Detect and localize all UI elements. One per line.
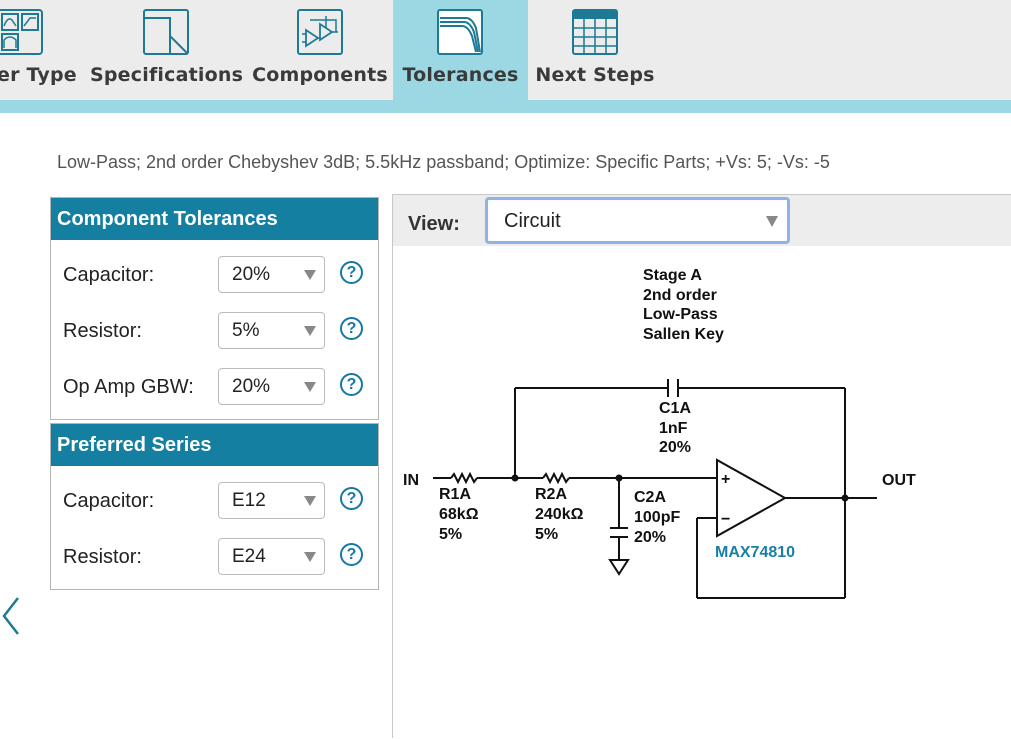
resistor-tolerance-select[interactable]: 5% bbox=[218, 312, 325, 349]
tab-tolerances[interactable]: Tolerances bbox=[393, 0, 528, 100]
panel-title: Component Tolerances bbox=[51, 198, 378, 240]
opamp-gbw-tolerance-select[interactable]: 20% bbox=[218, 368, 325, 405]
help-icon[interactable]: ? bbox=[340, 487, 363, 510]
tab-label: er Type bbox=[0, 64, 77, 86]
select-value: 5% bbox=[232, 320, 260, 341]
tab-specifications[interactable]: Specifications bbox=[90, 0, 244, 100]
circuit-view-pane: View: Circuit Stage A 2nd order Low-Pass… bbox=[392, 194, 1011, 738]
resistor-r2-symbol bbox=[542, 471, 570, 485]
chevron-down-icon bbox=[304, 496, 316, 506]
chevron-down-icon bbox=[304, 382, 316, 392]
stage-line: Sallen Key bbox=[643, 326, 724, 343]
input-label: IN bbox=[403, 472, 419, 489]
output-label: OUT bbox=[882, 472, 916, 489]
capacitor-c1-symbol bbox=[667, 379, 679, 397]
c1-label: C1A 1nF 20% bbox=[659, 400, 691, 456]
next-steps-icon bbox=[572, 9, 618, 55]
panel-title: Preferred Series bbox=[51, 424, 378, 466]
tab-label: Components bbox=[252, 64, 388, 86]
row-label: Capacitor: bbox=[63, 490, 155, 512]
help-icon[interactable]: ? bbox=[340, 261, 363, 284]
filter-summary: Low-Pass; 2nd order Chebyshev 3dB; 5.5kH… bbox=[57, 152, 830, 172]
select-value: E24 bbox=[232, 546, 266, 567]
tab-label: Specifications bbox=[90, 64, 244, 86]
capacitor-tolerance-select[interactable]: 20% bbox=[218, 256, 325, 293]
tab-bar-underline bbox=[0, 100, 1011, 113]
help-icon[interactable]: ? bbox=[340, 317, 363, 340]
resistor-r1-symbol bbox=[450, 471, 478, 485]
capacitor-series-select[interactable]: E12 bbox=[218, 482, 325, 519]
component-value: 100pF bbox=[634, 509, 680, 526]
tab-label: Next Steps bbox=[535, 64, 655, 86]
series-row-capacitor: Capacitor: E12 ? bbox=[51, 470, 378, 526]
component-name: C2A bbox=[634, 489, 666, 506]
tab-label: Tolerances bbox=[402, 64, 519, 86]
opamp-plus-label: + bbox=[721, 471, 730, 488]
filter-type-icon bbox=[0, 9, 43, 55]
select-value: E12 bbox=[232, 490, 266, 511]
specifications-icon bbox=[143, 9, 189, 55]
resistor-series-select[interactable]: E24 bbox=[218, 538, 325, 575]
row-label: Resistor: bbox=[63, 320, 142, 342]
tab-filter-type[interactable]: er Type bbox=[0, 0, 82, 100]
component-name: R2A bbox=[535, 486, 567, 503]
chevron-down-icon bbox=[304, 552, 316, 562]
component-value: 240kΩ bbox=[535, 506, 584, 523]
component-name: R1A bbox=[439, 486, 471, 503]
stage-title: Stage A 2nd order Low-Pass Sallen Key bbox=[643, 267, 724, 343]
select-value: 20% bbox=[232, 376, 271, 397]
row-label: Op Amp GBW: bbox=[63, 376, 194, 398]
component-value: 68kΩ bbox=[439, 506, 479, 523]
tolerance-row-capacitor: Capacitor: 20% ? bbox=[51, 244, 378, 300]
chevron-down-icon bbox=[304, 326, 316, 336]
stage-line: Stage A bbox=[643, 267, 702, 284]
component-tolerance: 20% bbox=[659, 439, 691, 456]
component-name: C1A bbox=[659, 400, 691, 417]
row-label: Capacitor: bbox=[63, 264, 155, 286]
component-tolerance: 5% bbox=[535, 526, 558, 543]
help-icon[interactable]: ? bbox=[340, 373, 363, 396]
series-row-resistor: Resistor: E24 ? bbox=[51, 526, 378, 582]
tab-next-steps[interactable]: Next Steps bbox=[533, 0, 657, 100]
stage-line: Low-Pass bbox=[643, 306, 718, 323]
preferred-series-panel: Preferred Series Capacitor: E12 ? Resist… bbox=[50, 423, 379, 590]
components-icon bbox=[297, 9, 343, 55]
stage-line: 2nd order bbox=[643, 287, 717, 304]
ground-icon bbox=[608, 559, 630, 576]
component-tolerances-panel: Component Tolerances Capacitor: 20% ? Re… bbox=[50, 197, 379, 420]
component-tolerance: 5% bbox=[439, 526, 462, 543]
r1-label: R1A 68kΩ 5% bbox=[439, 486, 479, 543]
tab-components[interactable]: Components bbox=[250, 0, 390, 100]
component-value: 1nF bbox=[659, 420, 688, 437]
capacitor-c2-symbol bbox=[610, 527, 628, 538]
tolerance-row-resistor: Resistor: 5% ? bbox=[51, 300, 378, 356]
circuit-schematic: Stage A 2nd order Low-Pass Sallen Key + … bbox=[403, 267, 916, 599]
r2-label: R2A 240kΩ 5% bbox=[535, 486, 584, 543]
chevron-down-icon bbox=[304, 270, 316, 280]
chevron-left-icon[interactable] bbox=[0, 594, 24, 638]
opamp-part-label[interactable]: MAX74810 bbox=[715, 544, 795, 561]
c2-label: C2A 100pF 20% bbox=[634, 489, 680, 546]
tolerance-row-opamp-gbw: Op Amp GBW: 20% ? bbox=[51, 356, 378, 412]
help-icon[interactable]: ? bbox=[340, 543, 363, 566]
tolerances-icon bbox=[437, 9, 483, 55]
select-value: 20% bbox=[232, 264, 271, 285]
row-label: Resistor: bbox=[63, 546, 142, 568]
component-tolerance: 20% bbox=[634, 529, 666, 546]
opamp-minus-label: − bbox=[721, 511, 730, 528]
